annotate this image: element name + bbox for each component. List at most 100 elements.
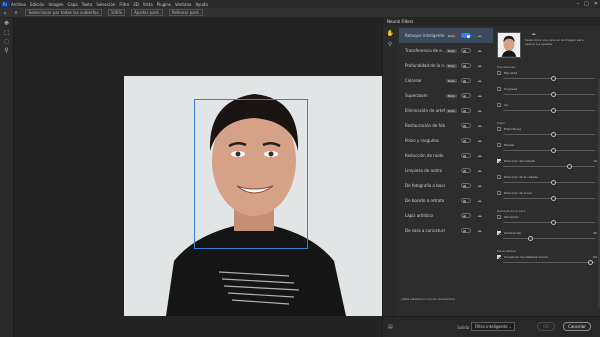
slider-checkbox[interactable] bbox=[497, 103, 501, 107]
menu-filtro[interactable]: Filtro bbox=[119, 2, 129, 7]
slider-track[interactable] bbox=[503, 238, 595, 239]
filter-toggle[interactable] bbox=[461, 93, 471, 98]
menu-vista[interactable]: Vista bbox=[143, 2, 153, 7]
filter-toggle[interactable] bbox=[461, 48, 471, 53]
slider-knob[interactable] bbox=[551, 132, 557, 137]
beta-badge: Beta bbox=[446, 48, 457, 53]
filter-item[interactable]: Superzoom Beta ☁ bbox=[399, 88, 493, 103]
filter-toggle[interactable] bbox=[461, 33, 471, 38]
menu-capa[interactable]: Capa bbox=[68, 2, 78, 7]
filter-toggle[interactable] bbox=[461, 213, 471, 218]
sample-all-layers-checkbox[interactable]: Seleccionar por todas las cubiertas bbox=[25, 9, 102, 16]
slider-track[interactable] bbox=[503, 222, 595, 223]
zoom-tool-icon[interactable]: ⚲ bbox=[387, 41, 394, 48]
home-icon[interactable]: ⌂ bbox=[4, 10, 7, 15]
slider-track[interactable] bbox=[503, 78, 595, 79]
menu-3d[interactable]: 3D bbox=[133, 2, 139, 7]
filter-item-label: Profundidad de la n... bbox=[405, 63, 445, 68]
hand-tool-icon[interactable]: ✋ bbox=[387, 30, 394, 37]
slider-track[interactable] bbox=[503, 94, 595, 95]
face-selection-box[interactable] bbox=[194, 99, 308, 249]
maximize-button[interactable]: □ bbox=[584, 1, 589, 7]
layers-icon[interactable]: ▤ bbox=[388, 324, 393, 330]
satisfied-link[interactable]: ¿Está satisfecho con los resultados? bbox=[401, 297, 455, 301]
filter-toggle[interactable] bbox=[461, 228, 471, 233]
filter-item[interactable]: Eliminación de artef... Beta ☁ bbox=[399, 103, 493, 118]
filter-toggle[interactable] bbox=[461, 153, 471, 158]
filter-item[interactable]: Restauración de fotos ☁ bbox=[399, 118, 493, 133]
slider-checkbox[interactable] bbox=[497, 71, 501, 75]
slider-knob[interactable] bbox=[566, 164, 572, 169]
filter-item-label: Limpieza de rostro bbox=[405, 168, 443, 173]
slider-checkbox[interactable] bbox=[497, 215, 501, 219]
cloud-icon: ☁ bbox=[477, 122, 482, 129]
slider-knob[interactable] bbox=[551, 196, 557, 201]
menu-edicion[interactable]: Edición bbox=[30, 2, 44, 7]
filter-item[interactable]: Transferencia de e... Beta ☁ bbox=[399, 43, 493, 58]
slider-track[interactable] bbox=[503, 182, 595, 183]
slider-track[interactable] bbox=[503, 150, 595, 151]
menu-archivo[interactable]: Archivo bbox=[11, 2, 26, 7]
slider-knob[interactable] bbox=[551, 220, 557, 225]
slider-track[interactable] bbox=[503, 166, 595, 167]
close-window-button[interactable]: ✕ bbox=[594, 1, 598, 7]
slider-track[interactable] bbox=[503, 134, 595, 135]
slider-checkbox[interactable] bbox=[497, 191, 501, 195]
filter-item[interactable]: Polvo y rasguños ☁ bbox=[399, 133, 493, 148]
slider-track[interactable] bbox=[503, 110, 595, 111]
filter-toggle[interactable] bbox=[461, 123, 471, 128]
zoom-tool-icon[interactable]: ⚲ bbox=[3, 48, 11, 54]
slider-knob[interactable] bbox=[551, 148, 557, 153]
slider-checkbox[interactable] bbox=[497, 159, 501, 163]
filter-item[interactable]: Profundidad de la n... Beta ☁ bbox=[399, 58, 493, 73]
menu-seleccion[interactable]: Selección bbox=[96, 2, 115, 7]
slider-knob[interactable] bbox=[528, 236, 534, 241]
move-tool-icon[interactable]: ✥ bbox=[3, 21, 11, 27]
minimize-button[interactable]: – bbox=[577, 1, 580, 7]
slider-checkbox[interactable] bbox=[497, 255, 501, 259]
zoom-level[interactable]: 100% bbox=[107, 9, 126, 16]
filter-toggle[interactable] bbox=[461, 183, 471, 188]
cancel-button[interactable]: Cancelar bbox=[563, 322, 591, 331]
filter-item[interactable]: De fotografía a boceto ☁ bbox=[399, 178, 493, 193]
slider-knob[interactable] bbox=[551, 92, 557, 97]
menu-ventana[interactable]: Ventana bbox=[175, 2, 191, 7]
filter-item[interactable]: Colorear Beta ☁ bbox=[399, 73, 493, 88]
fit-screen-button[interactable]: Ajustar pant. bbox=[131, 9, 163, 16]
filter-item[interactable]: Limpieza de rostro ☁ bbox=[399, 163, 493, 178]
menu-bar: Ps Archivo Edición Imagen Capa Texto Sel… bbox=[0, 0, 600, 8]
filter-toggle[interactable] bbox=[461, 108, 471, 113]
zoom-tool-icon[interactable]: ⚲ bbox=[15, 10, 18, 15]
slider-track[interactable] bbox=[503, 262, 595, 263]
lasso-tool-icon[interactable]: ◌ bbox=[3, 39, 11, 45]
fill-screen-button[interactable]: Rellenar pant. bbox=[168, 9, 203, 16]
menu-plugins[interactable]: Plugins bbox=[157, 2, 171, 7]
slider-checkbox[interactable] bbox=[497, 175, 501, 179]
filter-item[interactable]: De cara a caricatura ☁ bbox=[399, 223, 493, 238]
slider-checkbox[interactable] bbox=[497, 127, 501, 131]
filter-toggle[interactable] bbox=[461, 168, 471, 173]
menu-texto[interactable]: Texto bbox=[82, 2, 93, 7]
slider-checkbox[interactable] bbox=[497, 231, 501, 235]
filter-toggle[interactable] bbox=[461, 63, 471, 68]
filter-item[interactable]: Reducción de ruido ☁ bbox=[399, 148, 493, 163]
filter-item[interactable]: Retoque inteligente Beta ☁ bbox=[399, 28, 493, 43]
slider-knob[interactable] bbox=[551, 76, 557, 81]
slider-knob[interactable] bbox=[551, 180, 557, 185]
slider-knob[interactable] bbox=[551, 108, 557, 113]
slider-checkbox[interactable] bbox=[497, 87, 501, 91]
ok-button[interactable]: OK bbox=[537, 322, 555, 331]
menu-ayuda[interactable]: Ayuda bbox=[195, 2, 207, 7]
marquee-tool-icon[interactable]: ⬚ bbox=[3, 30, 11, 36]
output-select[interactable]: Filtro inteligente ⌄ bbox=[471, 322, 515, 331]
filter-item[interactable]: Lápiz artístico ☁ bbox=[399, 208, 493, 223]
face-thumbnail[interactable] bbox=[497, 32, 521, 58]
slider-track[interactable] bbox=[503, 198, 595, 199]
filter-toggle[interactable] bbox=[461, 138, 471, 143]
menu-imagen[interactable]: Imagen bbox=[48, 2, 63, 7]
filter-item[interactable]: De boceto a retrato ☁ bbox=[399, 193, 493, 208]
filter-toggle[interactable] bbox=[461, 78, 471, 83]
slider-checkbox[interactable] bbox=[497, 143, 501, 147]
filter-toggle[interactable] bbox=[461, 198, 471, 203]
slider-knob[interactable] bbox=[587, 260, 593, 265]
